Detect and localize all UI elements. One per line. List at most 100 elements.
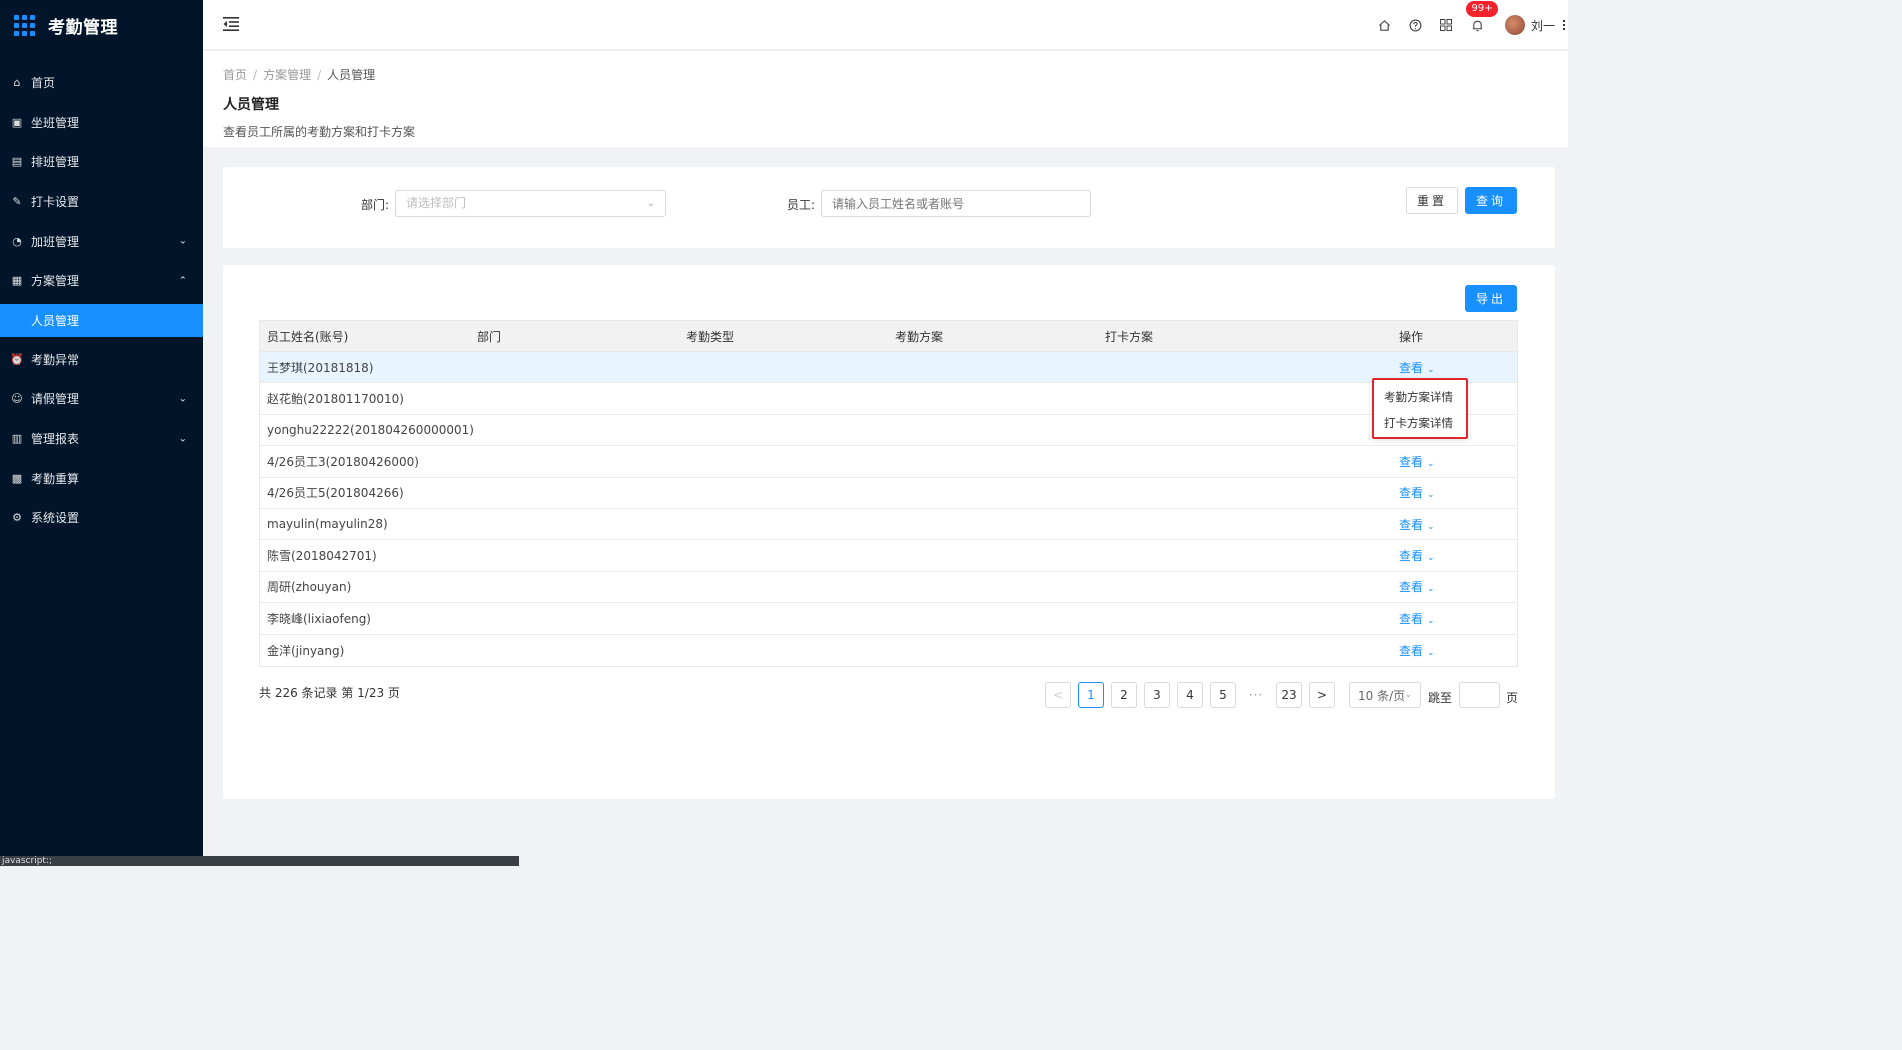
page-button[interactable]: 5 (1210, 682, 1236, 708)
chevron-down-icon: ⌄ (1427, 490, 1435, 501)
employee-name-cell: 周研(zhouyan) (267, 580, 352, 595)
top-header: 99+ 刘一 (203, 0, 1568, 50)
breadcrumb-current: 人员管理 (327, 68, 376, 82)
app-logo[interactable]: 考勤管理 (0, 0, 203, 50)
page-button[interactable]: 1 (1078, 682, 1104, 708)
next-page-button[interactable]: > (1309, 682, 1335, 708)
sidebar-item[interactable]: ⏰ 考勤异常 (0, 340, 203, 380)
dropdown-item-clock-plan[interactable]: 打卡方案详情 (1384, 415, 1453, 431)
sidebar-item[interactable]: ▦ 方案管理 ⌃ (0, 261, 203, 301)
sidebar-item-label: 坐班管理 (31, 115, 80, 130)
sidebar-item-label: 排班管理 (31, 155, 80, 170)
sidebar-item-label: 管理报表 (31, 432, 80, 447)
view-action-label: 查看 (1399, 360, 1424, 375)
page-button[interactable]: 4 (1177, 682, 1203, 708)
breadcrumb-parent[interactable]: 方案管理 (263, 68, 311, 82)
view-action-link[interactable]: 查看 ⌄ (1399, 359, 1435, 376)
employee-label: 员工: (787, 198, 816, 212)
page-button[interactable]: 2 (1111, 682, 1137, 708)
apps-grid-icon (14, 14, 35, 36)
employee-name-cell: 赵花鲐(201801170010) (267, 392, 404, 407)
employee-name-cell: 4/26员工3(20180426000) (267, 454, 419, 469)
view-action-link[interactable]: 查看 ⌄ (1399, 484, 1435, 501)
user-name[interactable]: 刘一 (1531, 17, 1555, 34)
table-row: 金洋(jinyang) 查看 ⌄ (260, 635, 1517, 666)
avatar[interactable] (1504, 15, 1525, 35)
breadcrumb-separator: / (253, 68, 258, 82)
page-button[interactable]: 3 (1144, 682, 1170, 708)
app-title: 考勤管理 (48, 17, 118, 38)
sidebar-item[interactable]: ▩ 考勤重算 (0, 458, 203, 498)
sidebar-item[interactable]: 人员管理 (0, 303, 203, 337)
notification-bell[interactable]: 99+ (1466, 1, 1498, 32)
employee-name-cell: yonghu22222(201804260000001) (267, 422, 474, 437)
sidebar-item[interactable]: ⚙ 系统设置 (0, 498, 203, 538)
sidebar-item[interactable]: ⌂ 首页 (0, 63, 203, 103)
view-action-link[interactable]: 查看 ⌄ (1399, 642, 1435, 659)
view-action-label: 查看 (1399, 643, 1424, 658)
view-action-label: 查看 (1399, 549, 1424, 564)
view-action-link[interactable]: 查看 ⌄ (1399, 453, 1435, 470)
chevron-down-icon: ⌄ (1427, 647, 1435, 658)
sidebar-item-label: 请假管理 (31, 392, 80, 407)
sidebar-item-label: 方案管理 (31, 274, 80, 289)
export-button[interactable]: 导出 (1465, 285, 1517, 312)
column-header: 考勤类型 (686, 329, 735, 344)
employee-search-input[interactable] (821, 190, 1091, 217)
sidebar-item[interactable]: ▤ 排班管理 (0, 142, 203, 182)
help-icon[interactable] (1408, 18, 1422, 32)
view-action-link[interactable]: 查看 ⌄ (1399, 610, 1435, 627)
view-action-link[interactable]: 查看 ⌄ (1399, 547, 1435, 564)
sidebar-item-label: 系统设置 (31, 511, 80, 526)
clock-icon: ◔ (12, 234, 22, 248)
sidebar: 考勤管理 ⌂ 首页 ▣ 坐班管理 ▤ 排班管理 ✎ 打卡设置 ◔ 加班管理 ⌄ ▦ 方案管理 ⌃ 人员管理 ⏰… (0, 0, 519, 866)
breadcrumb-separator: / (317, 68, 322, 82)
apps-icon[interactable] (1439, 18, 1453, 32)
chevron-icon: ⌃ (178, 275, 187, 287)
more-icon[interactable] (1563, 20, 1566, 30)
chevron-down-icon: ⌄ (646, 198, 655, 209)
report-icon: ▥ (11, 432, 23, 446)
document-icon: ▦ (11, 274, 23, 288)
dept-select[interactable]: 请选择部门 ⌄ (395, 190, 666, 217)
sidebar-item[interactable]: ◔ 加班管理 ⌄ (0, 221, 203, 261)
view-action-link[interactable]: 查看 ⌄ (1399, 516, 1435, 533)
chevron-down-icon: ⌄ (1427, 458, 1435, 469)
reset-button[interactable]: 重置 (1406, 187, 1458, 214)
gear-icon: ⚙ (12, 511, 22, 525)
menu-collapse-icon[interactable] (223, 17, 239, 31)
sidebar-item[interactable]: ☺ 请假管理 ⌄ (0, 379, 203, 419)
view-dropdown-menu: 考勤方案详情 打卡方案详情 (1372, 378, 1468, 439)
prev-page-button[interactable]: < (1045, 682, 1071, 708)
edit-icon: ✎ (12, 195, 22, 209)
sidebar-item[interactable]: ▣ 坐班管理 (0, 103, 203, 143)
sidebar-item[interactable]: ✎ 打卡设置 (0, 182, 203, 222)
chevron-down-icon: ⌄ (1427, 521, 1435, 532)
dept-label: 部门: (361, 198, 390, 212)
jump-label: 跳至 (1428, 691, 1453, 705)
employee-name-cell: 陈雪(2018042701) (267, 549, 377, 564)
dropdown-item-attendance-plan[interactable]: 考勤方案详情 (1384, 389, 1453, 405)
view-action-link[interactable]: 查看 ⌄ (1399, 578, 1435, 595)
page-header: 首页 / 方案管理 / 人员管理 人员管理 查看员工所属的考勤方案和打卡方案 (203, 51, 1568, 147)
table-row: 4/26员工3(20180426000) 查看 ⌄ (260, 446, 1517, 478)
page-ellipsis[interactable]: ··· (1243, 682, 1269, 708)
page-button[interactable]: 23 (1276, 682, 1302, 708)
table-panel: 导出 员工姓名(账号) 部门 考勤类型 考勤方案 打卡方案 操作 王梦琪(201… (223, 265, 1555, 799)
table-body: 王梦琪(20181818) 查看 ⌄ 赵花鲐(201801170010) yonghu2… (260, 352, 1517, 666)
schedule-icon: ▤ (11, 155, 23, 169)
chevron-down-icon: ⌄ (1427, 553, 1435, 564)
filter-panel: 部门: 请选择部门 ⌄ 员工: 重置 查询 (223, 167, 1555, 248)
home-icon[interactable] (1377, 18, 1391, 32)
bell-icon (1472, 20, 1483, 31)
breadcrumb-home[interactable]: 首页 (223, 68, 247, 82)
page-size-select[interactable]: 10 条/页 ⌄ (1349, 682, 1421, 708)
view-action-label: 查看 (1399, 486, 1424, 501)
table-row: 赵花鲐(201801170010) (260, 383, 1517, 415)
chevron-icon: ⌄ (178, 433, 187, 445)
query-button[interactable]: 查询 (1465, 187, 1517, 214)
sidebar-menu: ⌂ 首页 ▣ 坐班管理 ▤ 排班管理 ✎ 打卡设置 ◔ 加班管理 ⌄ ▦ 方案管理 ⌃ 人员管理 ⏰ 考勤异常 ☺… (0, 63, 203, 538)
sidebar-item[interactable]: ▥ 管理报表 ⌄ (0, 419, 203, 459)
jump-page-input[interactable] (1459, 682, 1500, 708)
page-description: 查看员工所属的考勤方案和打卡方案 (223, 125, 416, 139)
